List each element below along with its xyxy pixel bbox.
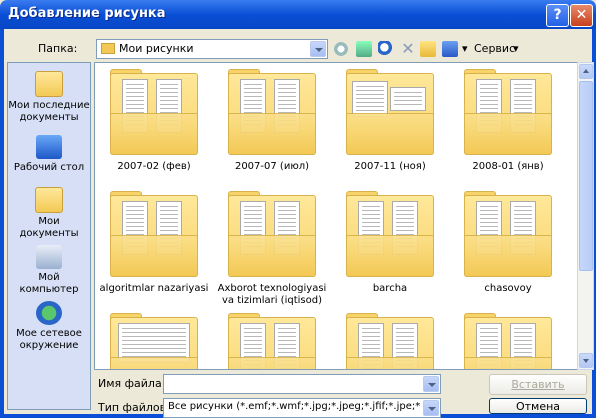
folder-icon: [110, 191, 198, 277]
window-frame-left: [0, 29, 4, 418]
close-button[interactable]: ✕: [570, 4, 593, 27]
folder-item[interactable]: 2008-01 (янв): [449, 69, 567, 173]
insert-button-label: Вставить: [511, 378, 565, 391]
folder-item[interactable]: [95, 313, 213, 369]
views-icon[interactable]: [442, 41, 458, 57]
places-bar: Мои последние документы Рабочий стол Мои…: [7, 62, 91, 410]
folder-icon: [464, 313, 552, 369]
my-computer-icon: [36, 245, 62, 269]
folder-icon: [228, 69, 316, 155]
place-desktop[interactable]: Рабочий стол: [8, 135, 90, 174]
recent-documents-icon: [35, 71, 63, 97]
folder-icon: [228, 191, 316, 277]
folder-icon: [346, 69, 434, 155]
place-network[interactable]: Мое сетевое окружение: [8, 301, 90, 352]
title-bar[interactable]: Добавление рисунка ? ✕: [0, 0, 596, 29]
folder-name: barcha: [372, 283, 408, 294]
folder-item[interactable]: 2007-02 (фев): [95, 69, 213, 173]
folder-item[interactable]: 2007-07 (июл): [213, 69, 331, 173]
folder-dropdown-value: Мои рисунки: [119, 42, 194, 55]
folder-dropdown-arrow-icon[interactable]: [310, 41, 326, 57]
service-menu[interactable]: Сервис: [474, 42, 515, 55]
filename-input[interactable]: [163, 374, 441, 394]
place-my-documents-label: Мои документы: [19, 216, 79, 239]
folder-icon: [110, 313, 198, 369]
folder-item[interactable]: Axborot texnologiyasi va tizimlari (iqti…: [213, 191, 331, 307]
up-folder-icon[interactable]: [356, 41, 372, 57]
delete-icon[interactable]: ✕: [400, 41, 416, 57]
folder-icon: [228, 313, 316, 369]
filetype-value: Все рисунки (*.emf;*.wmf;*.jpg;*.jpeg;*.…: [168, 401, 420, 412]
place-desktop-label: Рабочий стол: [13, 162, 85, 173]
cancel-button[interactable]: Отмена: [489, 398, 587, 414]
folder-icon: [346, 313, 434, 369]
folder-item[interactable]: [213, 313, 331, 369]
scrollbar-thumb[interactable]: [579, 81, 593, 271]
scroll-up-arrow-icon[interactable]: [579, 64, 593, 79]
back-icon[interactable]: [333, 41, 349, 57]
scroll-down-arrow-icon[interactable]: [579, 353, 593, 368]
folder-name: chasovoy: [484, 283, 532, 294]
folder-icon: [110, 69, 198, 155]
place-recent[interactable]: Мои последние документы: [8, 71, 90, 124]
place-my-computer-label: Мой компьютер: [19, 272, 79, 295]
folder-name: Axborot texnologiyasi va tizimlari (iqti…: [217, 283, 327, 306]
network-icon: [36, 301, 62, 325]
place-network-label: Мое сетевое окружение: [16, 328, 82, 351]
folder-name: 2007-11 (ноя): [354, 161, 426, 172]
help-button[interactable]: ?: [546, 4, 569, 27]
folder-name: 2007-02 (фев): [117, 161, 191, 172]
filetype-label: Тип файлов:: [98, 401, 170, 414]
folder-item[interactable]: 2007-11 (ноя): [331, 69, 449, 173]
my-documents-icon: [35, 187, 63, 213]
folder-name: 2008-01 (янв): [472, 161, 544, 172]
dialog-title: Добавление рисунка: [8, 6, 166, 21]
filename-dropdown-arrow-icon[interactable]: [423, 376, 439, 392]
search-web-icon[interactable]: [378, 41, 394, 57]
folder-item[interactable]: [331, 313, 449, 369]
place-my-computer[interactable]: Мой компьютер: [8, 245, 90, 296]
folder-icon: [346, 191, 434, 277]
folder-item[interactable]: algoritmlar nazariyasi: [95, 191, 213, 295]
folder-item[interactable]: chasovoy: [449, 191, 567, 295]
file-list-view[interactable]: 2007-02 (фев) 2007-07 (июл) 2007-11 (ноя…: [94, 62, 578, 370]
folder-icon: [464, 191, 552, 277]
views-dropdown-arrow-icon[interactable]: ▾: [462, 42, 468, 55]
vertical-scrollbar[interactable]: [577, 62, 594, 370]
folder-icon: [464, 69, 552, 155]
desktop-icon: [36, 135, 62, 159]
folder-item[interactable]: [449, 313, 567, 369]
folder-dropdown[interactable]: Мои рисунки: [96, 39, 328, 59]
service-menu-arrow-icon[interactable]: ▾: [513, 42, 519, 55]
insert-picture-dialog: Добавление рисунка ? ✕ Папка: Мои рисунк…: [0, 0, 596, 418]
new-folder-icon[interactable]: [420, 41, 436, 57]
folder-label: Папка:: [38, 42, 78, 55]
folder-item[interactable]: barcha: [331, 191, 449, 295]
folder-name: algoritmlar nazariyasi: [99, 283, 209, 294]
filename-label: Имя файла:: [98, 377, 166, 390]
insert-button[interactable]: Вставить: [489, 374, 587, 395]
folder-name: 2007-07 (июл): [234, 161, 310, 172]
filetype-dropdown[interactable]: Все рисунки (*.emf;*.wmf;*.jpg;*.jpeg;*.…: [163, 398, 441, 418]
place-recent-label: Мои последние документы: [8, 100, 90, 123]
folder-icon: [101, 43, 115, 54]
place-my-documents[interactable]: Мои документы: [8, 187, 90, 240]
filetype-dropdown-arrow-icon[interactable]: [423, 400, 439, 416]
